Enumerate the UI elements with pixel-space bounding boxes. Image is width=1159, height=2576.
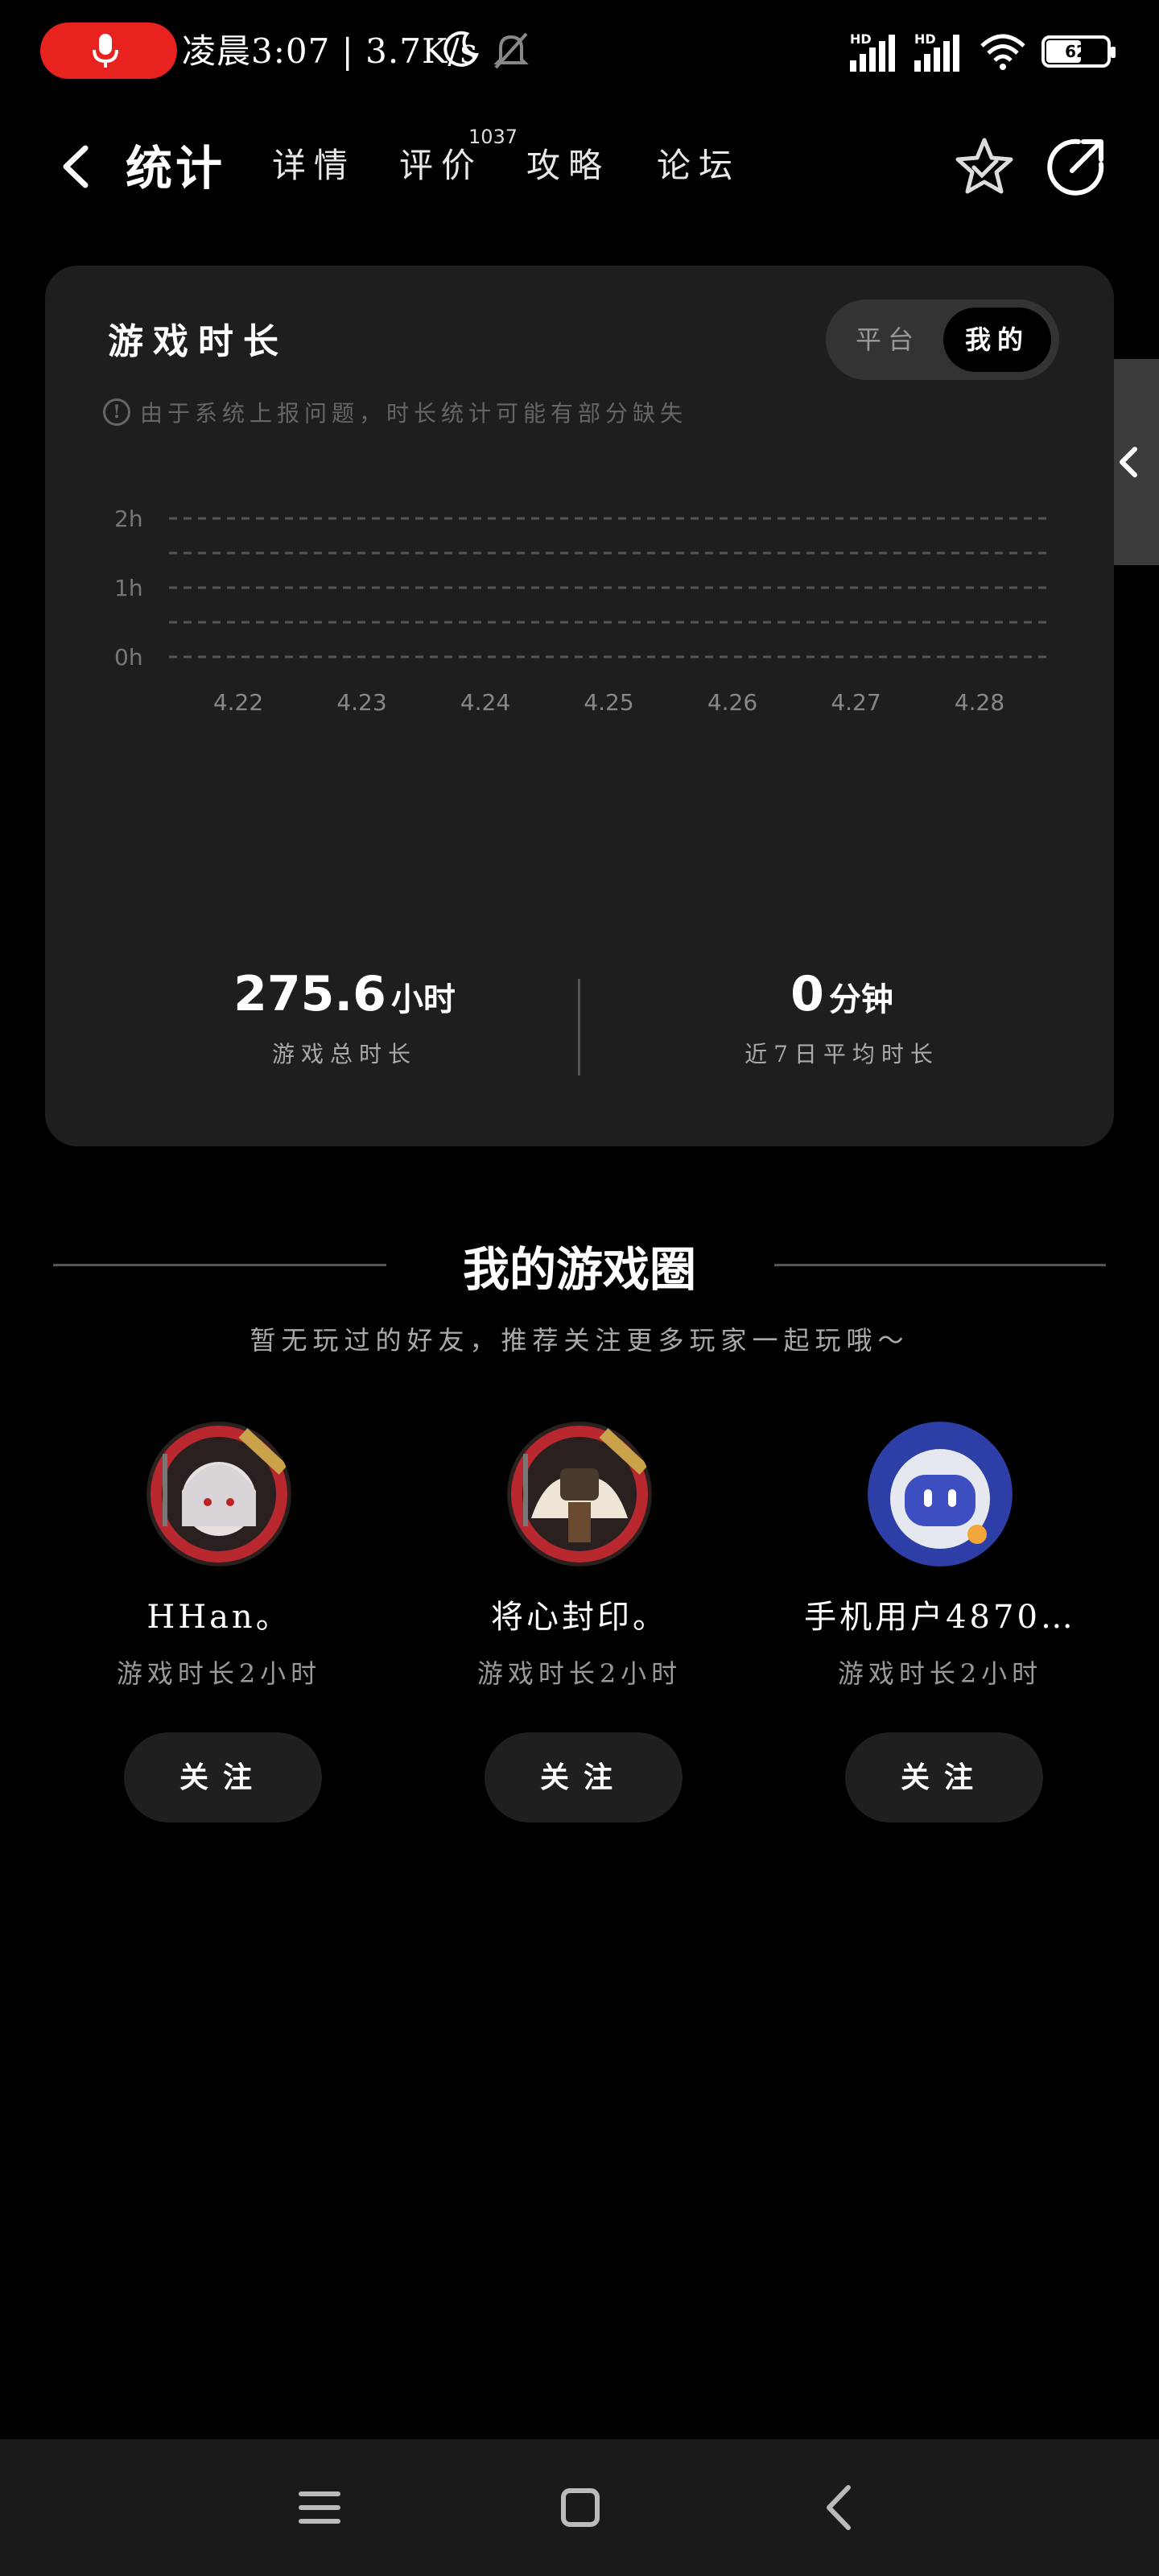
total-value: 275.6 xyxy=(233,966,386,1022)
friend-playtime: 游戏时长2小时 xyxy=(837,1658,1043,1689)
home-icon[interactable] xyxy=(552,2479,608,2536)
data-notice: ! 由于系统上报问题，时长统计可能有部分缺失 xyxy=(103,396,687,428)
friend-card: 手机用户4870… 游戏时长2小时 关注 xyxy=(779,1422,1101,1840)
section-subtitle: 暂无玩过的好友，推荐关注更多玩家一起玩哦～ xyxy=(250,1325,909,1356)
toggle-mine[interactable]: 我的 xyxy=(943,308,1051,372)
friend-playtime: 游戏时长2小时 xyxy=(116,1658,322,1689)
recording-indicator[interactable] xyxy=(40,23,177,79)
y-tick-label: 1h xyxy=(114,575,143,601)
x-tick-label: 4.28 xyxy=(955,689,1004,716)
signal-2-icon: HD xyxy=(914,31,964,72)
source-toggle: 平台 我的 xyxy=(826,299,1059,380)
friend-playtime: 游戏时长2小时 xyxy=(476,1658,683,1689)
moon-icon xyxy=(443,31,479,67)
back-icon[interactable] xyxy=(811,2479,868,2536)
tab-details[interactable]: 详情 xyxy=(272,138,356,188)
top-nav: 统计 详情 评价 1037 攻略 论坛 xyxy=(0,121,1159,209)
playtime-card: 游戏时长 平台 我的 ! 由于系统上报问题，时长统计可能有部分缺失 0h 1h 2h… xyxy=(45,266,1114,1146)
avg7-value: 0 xyxy=(790,966,824,1022)
tab-stats[interactable]: 统计 xyxy=(122,130,233,198)
follow-button[interactable]: 关注 xyxy=(124,1732,322,1823)
wifi-icon xyxy=(980,34,1025,70)
status-time-speed: 凌晨3:07 | 3.7K/s xyxy=(182,31,479,71)
x-tick-label: 4.27 xyxy=(831,689,881,716)
signal-1-icon: HD xyxy=(850,31,900,72)
y-tick-label: 2h xyxy=(114,506,143,532)
notice-text: 由于系统上报问题，时长统计可能有部分缺失 xyxy=(140,400,688,427)
total-label: 游戏总时长 xyxy=(271,1041,417,1067)
avg7-unit: 分钟 xyxy=(828,981,893,1018)
y-tick-label: 0h xyxy=(114,644,143,671)
favorite-star-icon[interactable] xyxy=(953,135,1016,198)
x-tick-label: 4.23 xyxy=(336,689,386,716)
follow-button[interactable]: 关注 xyxy=(485,1732,683,1823)
back-arrow-icon[interactable] xyxy=(52,138,100,195)
card-title: 游戏时长 xyxy=(108,321,288,362)
friend-card: HHan。 游戏时长2小时 关注 xyxy=(58,1422,380,1840)
total-unit: 小时 xyxy=(390,981,456,1018)
friend-name: 将心封印。 xyxy=(491,1599,668,1636)
share-icon[interactable] xyxy=(1045,135,1107,198)
x-tick-label: 4.25 xyxy=(584,689,633,716)
stats-divider xyxy=(578,979,580,1075)
menu-icon[interactable] xyxy=(291,2479,348,2536)
tab-guides[interactable]: 攻略 xyxy=(526,138,610,188)
section-line-right xyxy=(774,1264,1106,1266)
toggle-platform[interactable]: 平台 xyxy=(835,308,940,372)
friend-name: 手机用户4870… xyxy=(804,1599,1076,1636)
tab-forum[interactable]: 论坛 xyxy=(657,138,740,188)
microphone-icon xyxy=(93,34,118,68)
friend-name: HHan。 xyxy=(146,1599,291,1636)
system-nav-bar xyxy=(0,2439,1159,2576)
reviews-count-badge: 1037 xyxy=(468,126,518,148)
avg7-playtime: 0 分钟 近7日平均时长 xyxy=(689,966,995,1069)
x-tick-label: 4.24 xyxy=(460,689,510,716)
avg7-label: 近7日平均时长 xyxy=(744,1041,939,1067)
friend-card: 将心封印。 游戏时长2小时 关注 xyxy=(419,1422,740,1840)
chevron-left-icon xyxy=(1120,447,1137,477)
status-bar: 凌晨3:07 | 3.7K/s HD HD 62 xyxy=(0,0,1159,105)
follow-button[interactable]: 关注 xyxy=(845,1732,1043,1823)
x-tick-label: 4.22 xyxy=(213,689,263,716)
avatar[interactable] xyxy=(868,1422,1013,1567)
avatar[interactable] xyxy=(507,1422,652,1567)
x-tick-label: 4.26 xyxy=(707,689,757,716)
info-icon: ! xyxy=(103,398,130,426)
battery-indicator: 62 xyxy=(1041,35,1116,68)
total-playtime: 275.6 小时 游戏总时长 xyxy=(192,966,497,1069)
avatar[interactable] xyxy=(146,1422,291,1567)
mute-bell-icon xyxy=(493,32,529,69)
playtime-chart: 0h 1h 2h 4.22 4.23 4.24 4.25 4.26 4.27 4.28 xyxy=(114,506,1051,716)
